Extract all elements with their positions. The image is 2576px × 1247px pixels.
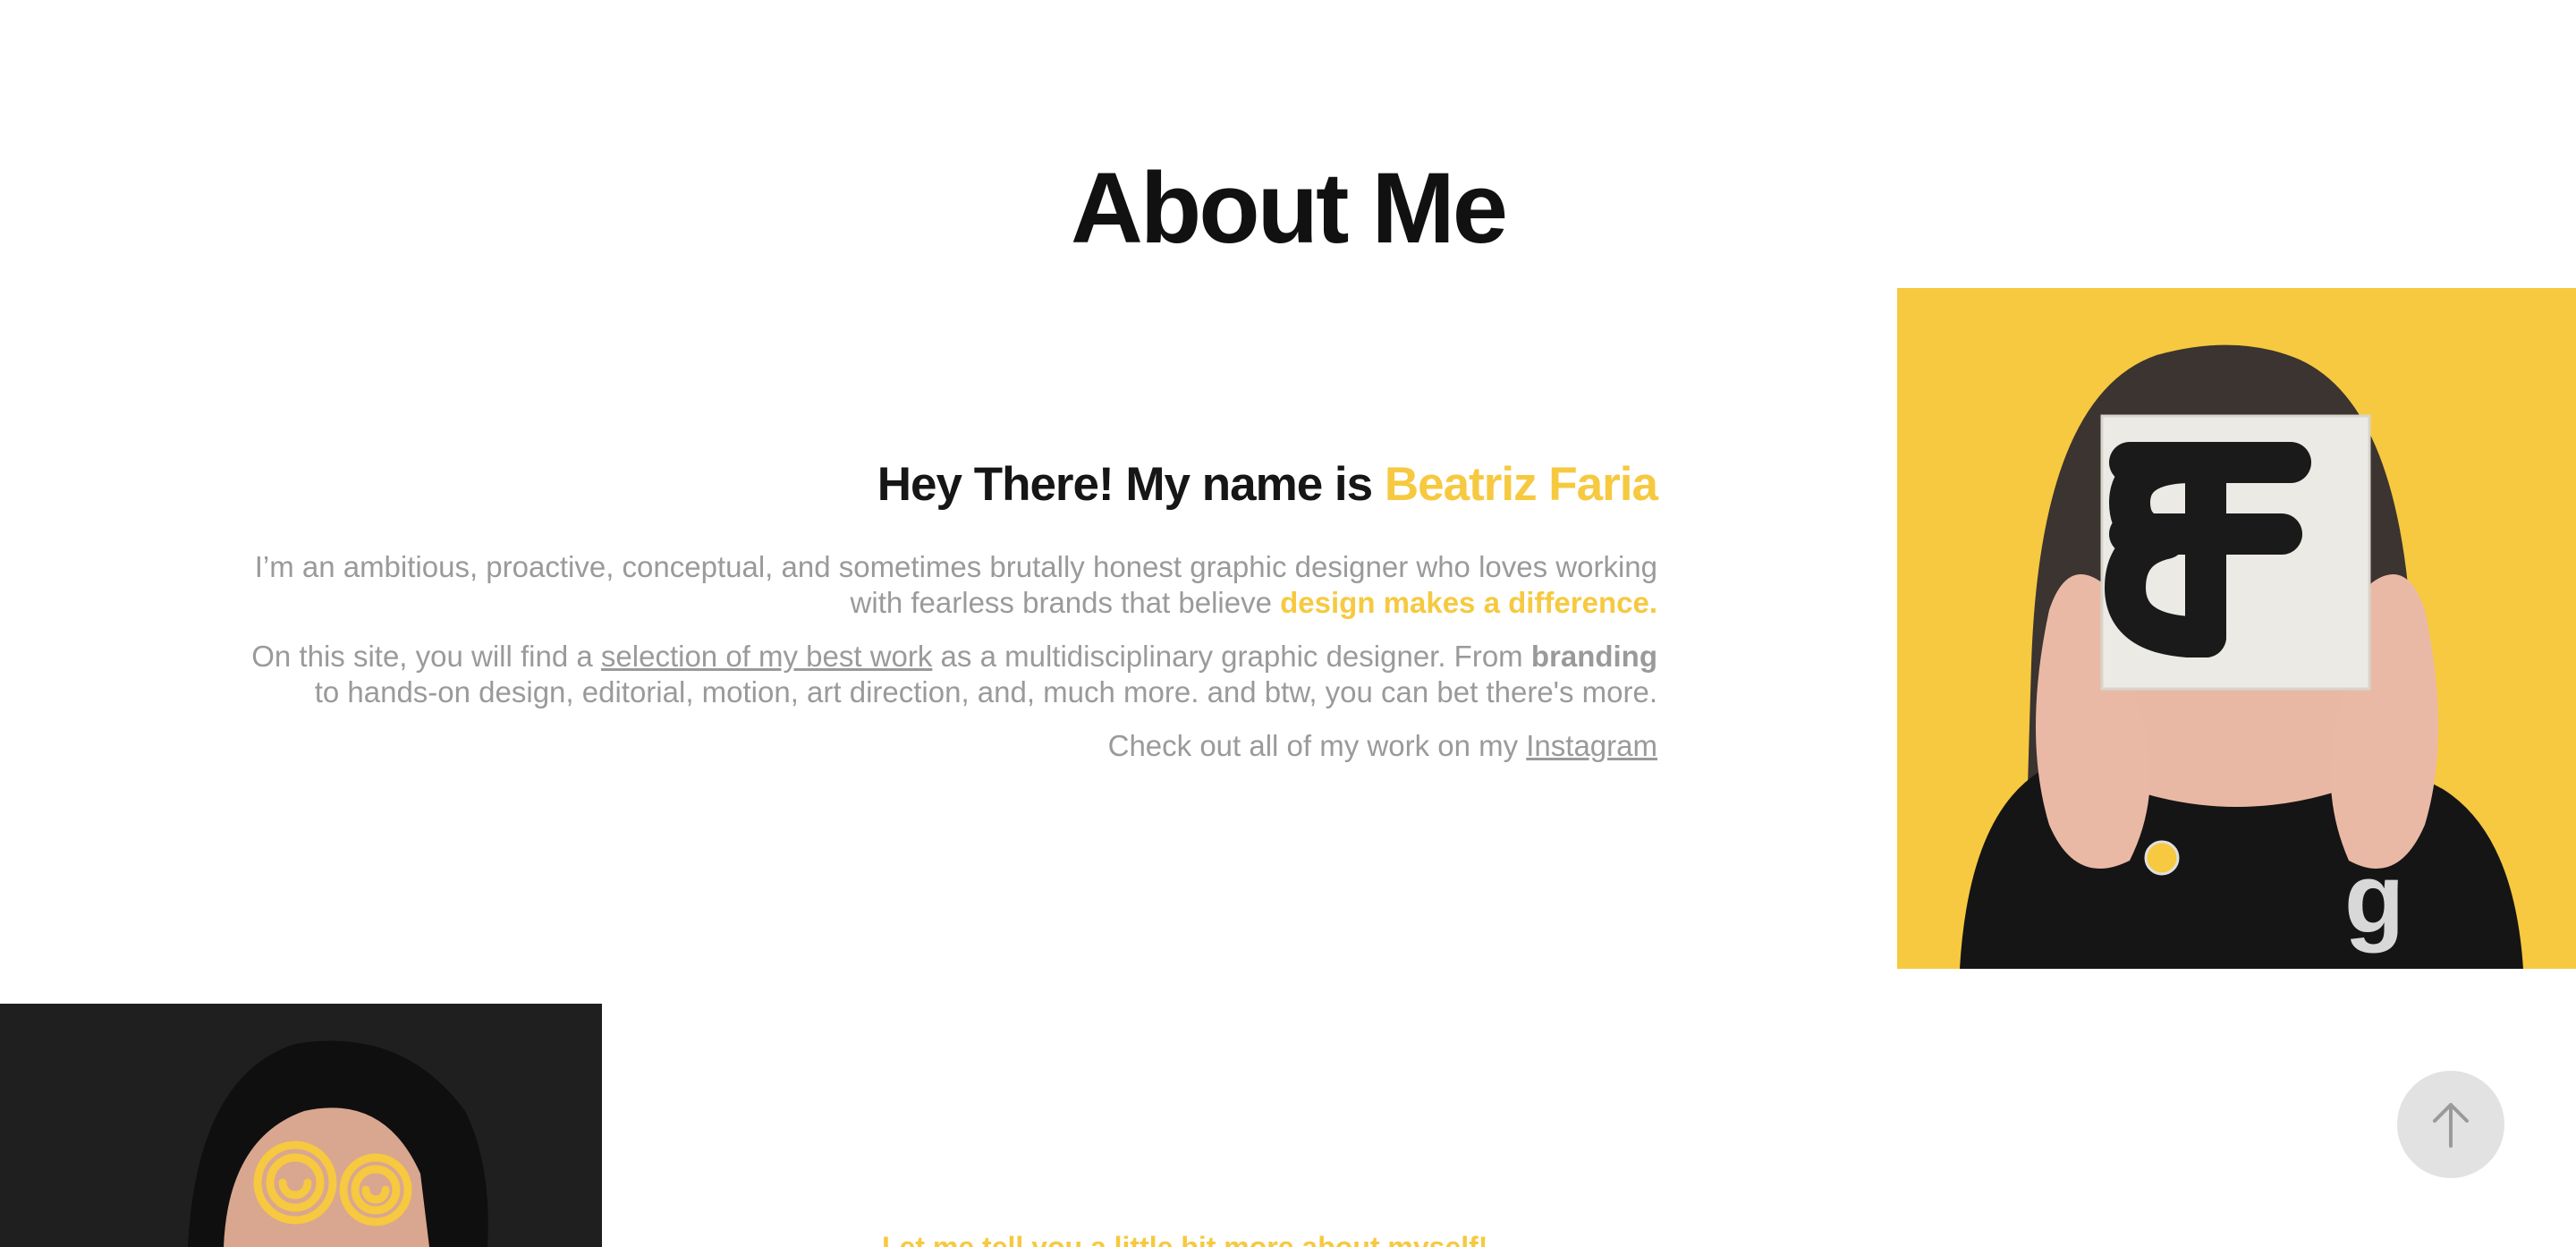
page-title: About Me [1070, 152, 1508, 264]
greeting-name: Beatriz Faria [1384, 458, 1658, 511]
intro-paragraph-2: On this site, you will find a selection … [224, 639, 1657, 710]
scroll-top-button[interactable] [2397, 1071, 2504, 1178]
portrait-illustration: g [1897, 288, 2576, 969]
arrow-up-icon [2433, 1103, 2469, 1148]
branding-bold: branding [1530, 640, 1657, 673]
more-about-heading: Let me tell you a little bit more about … [882, 1231, 1488, 1247]
intro-paragraph-3: Check out all of my work on my Instagram [224, 728, 1657, 764]
svg-text:g: g [2344, 844, 2404, 954]
greeting-heading: Hey There! My name is Beatriz Faria [224, 456, 1658, 513]
portrait-illustration-dark [0, 1004, 602, 1247]
portrait-photo-dark [0, 1004, 602, 1247]
intro-paragraph-2-prefix: On this site, you will find a [251, 640, 601, 673]
intro-paragraph-2-suffix: to hands-on design, editorial, motion, a… [314, 675, 1657, 708]
portrait-photo-yellow: g [1897, 288, 2576, 969]
intro-paragraph-1: I’m an ambitious, proactive, conceptual,… [224, 549, 1657, 621]
best-work-link[interactable]: selection of my best work [601, 640, 932, 673]
instagram-link[interactable]: Instagram [1526, 729, 1657, 762]
about-page: About Me Hey There! My name is Beatriz F… [0, 0, 2576, 1247]
intro-paragraph-1-highlight: design makes a difference. [1280, 586, 1657, 619]
intro-section: Hey There! My name is Beatriz Faria I’m … [224, 456, 1658, 782]
intro-paragraph-2-middle: as a multidisciplinary graphic designer.… [932, 640, 1531, 673]
intro-paragraph-3-prefix: Check out all of my work on my [1107, 729, 1527, 762]
greeting-prefix: Hey There! My name is [877, 458, 1385, 511]
